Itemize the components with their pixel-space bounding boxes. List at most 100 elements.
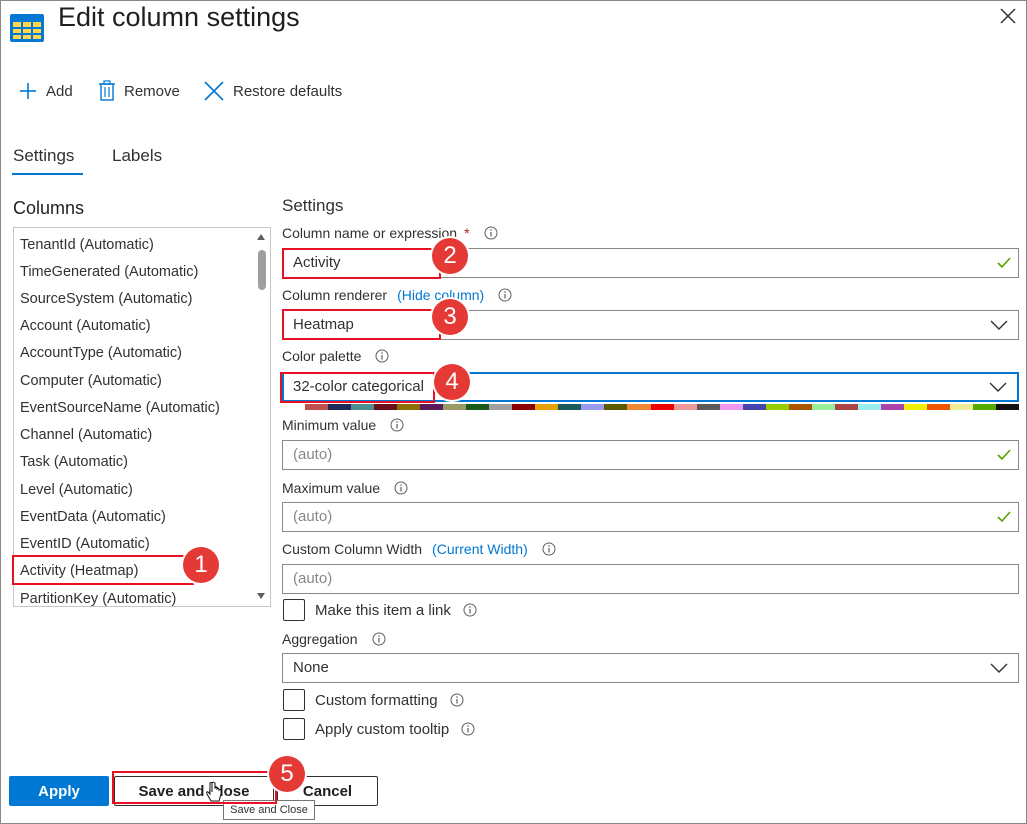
list-item[interactable]: AccountType (Automatic)	[20, 340, 182, 366]
list-item[interactable]: Task (Automatic)	[20, 449, 128, 475]
palette-swatch	[880, 404, 904, 410]
x-icon	[204, 81, 224, 101]
palette-swatch	[604, 404, 628, 410]
active-tab-indicator	[12, 173, 83, 175]
palette-preview-strip	[282, 404, 1019, 410]
info-icon[interactable]	[390, 418, 404, 432]
list-item[interactable]: TimeGenerated (Automatic)	[20, 259, 198, 285]
palette-swatch	[926, 404, 950, 410]
palette-swatch	[765, 404, 789, 410]
add-button[interactable]: Add	[18, 79, 73, 103]
info-icon[interactable]	[484, 226, 498, 240]
info-icon[interactable]	[461, 722, 475, 736]
list-item[interactable]: TenantId (Automatic)	[20, 232, 154, 258]
palette-swatch	[834, 404, 858, 410]
custom-tooltip-label: Apply custom tooltip	[315, 720, 450, 738]
custom-width-label: Custom Column Width (Current Width)	[282, 541, 556, 557]
minimum-value-input[interactable]: (auto)	[282, 440, 1019, 470]
palette-swatch	[811, 404, 835, 410]
palette-swatch	[949, 404, 973, 410]
tab-settings[interactable]: Settings	[13, 146, 74, 166]
valid-check-icon	[997, 257, 1011, 269]
apply-button[interactable]: Apply	[9, 776, 109, 806]
custom-formatting-label: Custom formatting	[315, 691, 438, 709]
remove-label: Remove	[124, 82, 180, 100]
palette-swatch	[696, 404, 720, 410]
annotation-badge-1: 1	[183, 547, 219, 583]
list-item[interactable]: Level (Automatic)	[20, 477, 133, 503]
info-icon[interactable]	[450, 693, 464, 707]
color-palette-label: Color palette	[282, 348, 389, 364]
palette-swatch	[650, 404, 674, 410]
palette-swatch	[443, 404, 467, 410]
annotation-badge-5: 5	[269, 756, 305, 792]
palette-swatch	[673, 404, 697, 410]
info-icon[interactable]	[498, 288, 512, 302]
columns-list[interactable]: TenantId (Automatic) TimeGenerated (Auto…	[13, 227, 271, 607]
restore-defaults-button[interactable]: Restore defaults	[203, 79, 342, 103]
table-icon	[10, 14, 44, 42]
palette-swatch	[972, 404, 996, 410]
restore-defaults-label: Restore defaults	[233, 82, 343, 100]
custom-formatting-row[interactable]: Custom formatting	[283, 689, 464, 711]
required-marker: *	[464, 225, 470, 241]
valid-check-icon	[997, 449, 1011, 461]
custom-tooltip-row[interactable]: Apply custom tooltip	[283, 718, 475, 740]
highlight-palette	[280, 372, 435, 403]
list-item[interactable]: EventData (Automatic)	[20, 504, 166, 530]
palette-swatch	[420, 404, 444, 410]
current-width-link[interactable]: (Current Width)	[432, 541, 528, 557]
make-link-checkbox[interactable]	[283, 599, 305, 621]
columns-heading: Columns	[13, 198, 85, 218]
highlight-save-close	[112, 771, 277, 804]
trash-icon	[99, 80, 115, 101]
annotation-badge-2: 2	[432, 238, 468, 274]
palette-swatch	[903, 404, 927, 410]
info-icon[interactable]	[394, 481, 408, 495]
scroll-up-arrow-icon[interactable]	[256, 233, 266, 241]
list-item[interactable]: Channel (Automatic)	[20, 422, 152, 448]
annotation-badge-3: 3	[432, 299, 468, 335]
scrollbar-thumb[interactable]	[258, 250, 266, 290]
list-item[interactable]: EventSourceName (Automatic)	[20, 395, 220, 421]
maximum-value-label: Maximum value	[282, 480, 408, 496]
column-renderer-label: Column renderer (Hide column)	[282, 287, 512, 303]
close-icon[interactable]	[997, 5, 1019, 27]
chevron-down-icon	[990, 663, 1008, 673]
chevron-down-icon	[990, 320, 1008, 330]
palette-swatch	[512, 404, 536, 410]
palette-swatch	[719, 404, 743, 410]
list-item[interactable]: SourceSystem (Automatic)	[20, 286, 192, 312]
aggregation-label: Aggregation	[282, 631, 386, 647]
palette-swatch	[397, 404, 421, 410]
palette-swatch	[581, 404, 605, 410]
maximum-value-input[interactable]: (auto)	[282, 502, 1019, 532]
scroll-down-arrow-icon[interactable]	[256, 592, 266, 600]
palette-swatch	[328, 404, 352, 410]
info-icon[interactable]	[463, 603, 477, 617]
remove-button[interactable]: Remove	[98, 79, 180, 103]
custom-tooltip-checkbox[interactable]	[283, 718, 305, 740]
info-icon[interactable]	[372, 632, 386, 646]
aggregation-dropdown[interactable]: None	[282, 653, 1019, 683]
custom-formatting-checkbox[interactable]	[283, 689, 305, 711]
list-item[interactable]: PartitionKey (Automatic)	[20, 586, 176, 606]
list-item[interactable]: Account (Automatic)	[20, 313, 151, 339]
valid-check-icon	[997, 511, 1011, 523]
list-item[interactable]: EventID (Automatic)	[20, 531, 150, 557]
palette-swatch	[535, 404, 559, 410]
palette-swatch	[351, 404, 375, 410]
highlight-activity-item	[12, 555, 194, 585]
minimum-value-label: Minimum value	[282, 417, 404, 433]
palette-swatch	[558, 404, 582, 410]
palette-swatch	[305, 404, 329, 410]
make-link-row[interactable]: Make this item a link	[283, 599, 477, 621]
palette-swatch	[466, 404, 490, 410]
list-item[interactable]: Computer (Automatic)	[20, 368, 162, 394]
tab-labels[interactable]: Labels	[112, 146, 162, 166]
plus-icon	[20, 83, 36, 99]
palette-swatch	[742, 404, 766, 410]
info-icon[interactable]	[375, 349, 389, 363]
info-icon[interactable]	[542, 542, 556, 556]
custom-width-input[interactable]: (auto)	[282, 564, 1019, 594]
